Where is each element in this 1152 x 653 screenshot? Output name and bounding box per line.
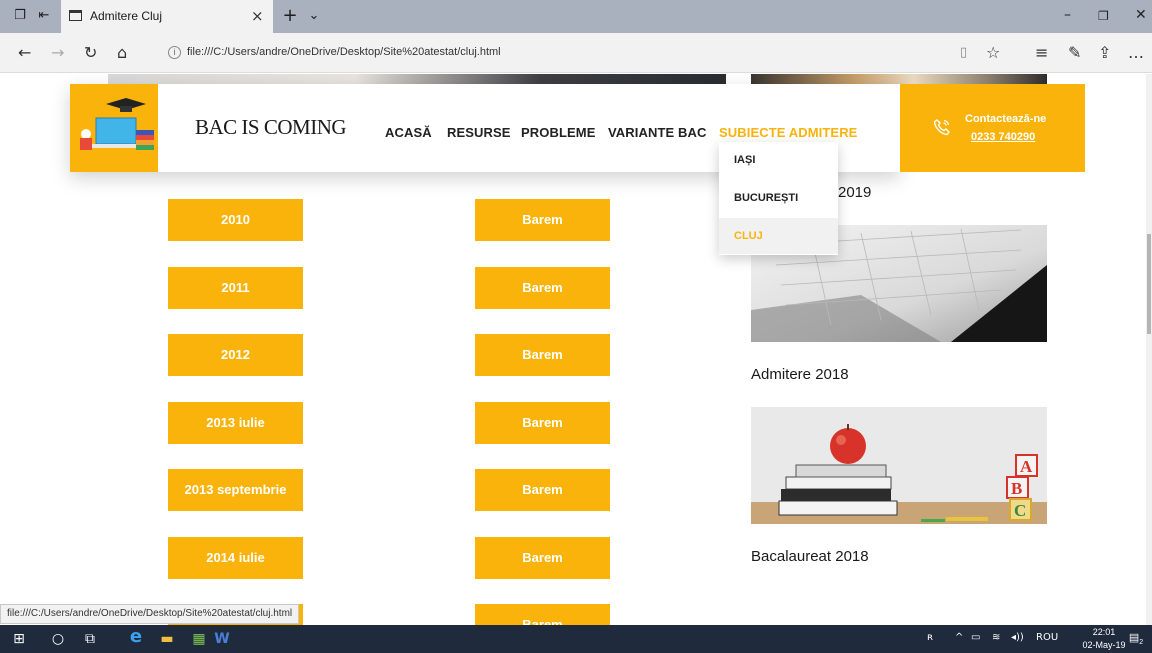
url-text: file:///C:/Users/andre/OneDrive/Desktop/… [187,46,501,58]
tray-overflow-chevron-icon[interactable]: ^ [955,632,963,643]
logo[interactable] [70,84,158,172]
back-icon[interactable]: ← [18,44,31,62]
web-note-icon[interactable]: ✎ [1068,44,1081,62]
year-2011-button[interactable]: 2011 [168,267,303,309]
battery-icon[interactable]: ▭ [971,632,980,643]
hero-image-partial [108,74,726,84]
year-2010-button[interactable]: 2010 [168,199,303,241]
minimize-icon[interactable]: – [1064,7,1071,23]
tab-title: Admitere Cluj [90,9,163,23]
dropdown-item-iasi[interactable]: IAȘI [719,142,838,178]
share-icon[interactable]: ⇪ [1098,44,1111,62]
svg-text:A: A [1020,457,1033,476]
admitere-dropdown-menu: IAȘI BUCUREȘTI CLUJ [719,142,838,255]
svg-text:C: C [1014,501,1026,520]
windows-taskbar: ⊞ ○ ⧉ e ▬ ▦ W ʀ ^ ▭ ≋ ◂)) ROU 22:01 02-M… [0,625,1152,653]
clock-date: 02-May-19 [1082,640,1126,650]
page-scrollbar[interactable] [1146,74,1152,625]
site-info-icon[interactable]: i [168,46,181,59]
clock-time: 22:01 [1092,627,1116,637]
nav-item-acasa[interactable]: ACASĂ [385,125,432,140]
tab-preview-chevron-icon[interactable]: ⌄ [306,8,322,24]
barem-button[interactable]: Barem [475,537,610,579]
news-title-admitere-2018[interactable]: Admitere 2018 [751,366,849,383]
barem-button[interactable]: Barem [475,469,610,511]
nav-item-subiecte-admitere[interactable]: SUBIECTE ADMITERE [719,125,857,140]
page-icon [69,10,82,21]
windows-start-icon[interactable]: ⊞ [8,630,30,648]
news-title-bacalaureat-2018[interactable]: Bacalaureat 2018 [751,548,869,565]
barem-button[interactable]: Barem [475,267,610,309]
reading-view-icon[interactable]: ▯ [960,44,967,62]
nav-item-probleme[interactable]: PROBLEME [521,125,595,140]
browser-tab-bar: ❐ ⇤ Admitere Cluj × + ⌄ – ❐ ✕ [0,0,1152,33]
close-tab-icon[interactable]: × [251,7,264,25]
phone-icon [933,119,950,136]
address-bar: ← → ↻ ⌂ i file:///C:/Users/andre/OneDriv… [0,33,1152,73]
year-2013-iulie-button[interactable]: 2013 iulie [168,402,303,444]
page-viewport: BAC IS COMING ACASĂ RESURSE PROBLEME VAR… [0,74,1152,625]
svg-text:B: B [1011,479,1022,498]
nav-item-variante-bac[interactable]: VARIANTE BAC [608,125,706,140]
refresh-icon[interactable]: ↻ [84,44,97,62]
contact-label: Contactează-ne [965,113,1047,125]
favorites-hub-icon[interactable]: ≡ [1035,44,1048,62]
barem-button[interactable]: Barem [475,334,610,376]
favorite-star-icon[interactable]: ☆ [986,44,1000,62]
brand-name[interactable]: BAC IS COMING [195,115,347,140]
notifications-icon[interactable]: ▤2 [1128,631,1144,647]
news-title-partial[interactable]: 2019 [838,184,871,201]
task-view-icon[interactable]: ⧉ [79,630,101,648]
nav-item-resurse[interactable]: RESURSE [447,125,511,140]
search-icon[interactable]: ○ [47,630,69,648]
scrollbar-thumb[interactable] [1147,234,1151,334]
edge-browser-icon[interactable]: e [125,628,147,646]
close-window-icon[interactable]: ✕ [1135,7,1147,23]
news-image-partial [751,74,1047,84]
set-aside-tabs-icon[interactable]: ⇤ [36,8,52,24]
contact-box[interactable]: Contactează-ne 0233 740290 [900,84,1085,172]
barem-button[interactable]: Barem [475,604,610,625]
input-language[interactable]: ROU [1036,632,1058,643]
dropdown-item-bucuresti[interactable]: BUCUREȘTI [719,180,838,216]
forward-icon[interactable]: → [51,44,64,62]
dropdown-item-cluj[interactable]: CLUJ [719,218,838,254]
word-app-icon[interactable]: W [211,630,233,648]
tab-manager-icon[interactable]: ❐ [12,8,28,24]
file-explorer-icon[interactable]: ▬ [156,630,178,648]
books-apple-photo: A B C [751,407,1047,524]
year-2012-button[interactable]: 2012 [168,334,303,376]
notification-count: 2 [1139,639,1144,647]
paint-app-icon[interactable]: ▦ [188,630,210,648]
more-icon[interactable]: … [1128,44,1144,62]
new-tab-icon[interactable]: + [282,7,298,25]
barem-button[interactable]: Barem [475,402,610,444]
year-2013-septembrie-button[interactable]: 2013 septembrie [168,469,303,511]
restore-icon[interactable]: ❐ [1098,9,1109,23]
status-bar-url: file:///C:/Users/andre/OneDrive/Desktop/… [0,604,300,624]
year-2014-iulie-button[interactable]: 2014 iulie [168,537,303,579]
home-icon[interactable]: ⌂ [117,44,127,62]
barem-button[interactable]: Barem [475,199,610,241]
wifi-icon[interactable]: ≋ [992,632,1000,643]
contact-phone-link[interactable]: 0233 740290 [971,131,1035,143]
system-clock[interactable]: 22:01 02-May-19 [1082,626,1126,652]
url-field[interactable]: i file:///C:/Users/andre/OneDrive/Deskto… [160,40,960,66]
people-icon[interactable]: ʀ [927,632,933,643]
volume-icon[interactable]: ◂)) [1011,632,1024,643]
graduation-cap-laptop-icon [80,98,154,150]
books-apple-news-image[interactable]: A B C [751,407,1047,524]
browser-tab[interactable]: Admitere Cluj × [61,0,273,33]
